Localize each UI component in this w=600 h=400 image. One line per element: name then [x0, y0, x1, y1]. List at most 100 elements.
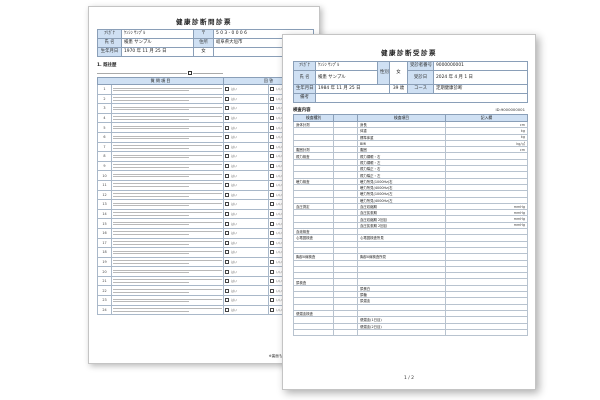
- answer-yes-option[interactable]: はい: [223, 151, 270, 162]
- answer-yes-option[interactable]: はい: [223, 84, 270, 95]
- answer-yes-option[interactable]: はい: [223, 218, 270, 229]
- checkbox[interactable]: [225, 87, 230, 92]
- notes-field[interactable]: [315, 93, 528, 103]
- answer-yes-option[interactable]: はい: [223, 285, 270, 297]
- checkbox[interactable]: [225, 221, 230, 226]
- answer-yes-option[interactable]: はい: [223, 189, 270, 201]
- checkbox[interactable]: [270, 202, 275, 207]
- checkbox[interactable]: [225, 144, 230, 149]
- checkbox[interactable]: [225, 154, 230, 159]
- checkbox[interactable]: [225, 250, 230, 255]
- checkbox[interactable]: [270, 96, 275, 101]
- checkbox[interactable]: [270, 173, 275, 178]
- result-entry-field[interactable]: [445, 328, 528, 337]
- answer-yes-option[interactable]: はい: [223, 141, 270, 153]
- checkbox[interactable]: [225, 116, 230, 121]
- question-text: [110, 295, 225, 306]
- answer-yes-option[interactable]: はい: [223, 131, 270, 143]
- checkbox[interactable]: [225, 192, 230, 197]
- checkbox[interactable]: [270, 269, 275, 274]
- checkbox[interactable]: [225, 96, 230, 101]
- answer-yes-option[interactable]: はい: [223, 122, 270, 133]
- furigana-field[interactable]: ｹﾝｼﾝ ｻﾝﾌﾟﾙ: [121, 29, 194, 39]
- answer-yes-option[interactable]: はい: [223, 266, 270, 277]
- checkbox[interactable]: [225, 259, 230, 264]
- answer-yes-option[interactable]: はい: [223, 247, 270, 258]
- answer-yes-option[interactable]: はい: [223, 227, 270, 239]
- checkbox[interactable]: [225, 269, 230, 274]
- answer-yes-option[interactable]: はい: [223, 256, 270, 268]
- checkbox[interactable]: [270, 307, 275, 312]
- question-text: [110, 275, 225, 287]
- checkbox[interactable]: [270, 250, 275, 255]
- checkbox[interactable]: [225, 183, 230, 188]
- answer-yes-option[interactable]: はい: [223, 295, 270, 306]
- checkbox[interactable]: [270, 183, 275, 188]
- answer-yes-option[interactable]: はい: [223, 208, 270, 220]
- answer-yes-option[interactable]: はい: [223, 103, 270, 114]
- checkbox[interactable]: [270, 259, 275, 264]
- checkbox[interactable]: [225, 125, 230, 130]
- answer-yes-option[interactable]: はい: [223, 275, 270, 287]
- answer-yes-option[interactable]: はい: [223, 237, 270, 249]
- checkbox[interactable]: [225, 298, 230, 303]
- age-field[interactable]: 39 歳: [389, 84, 408, 94]
- answer-yes-option[interactable]: はい: [223, 170, 270, 181]
- results-name-field[interactable]: 検患 サンプル: [315, 70, 378, 85]
- checkbox[interactable]: [270, 279, 275, 284]
- checkbox[interactable]: [225, 212, 230, 217]
- checkbox[interactable]: [270, 116, 275, 121]
- checkbox[interactable]: [225, 164, 230, 169]
- birth-field[interactable]: 1970 年 11 月 25 日: [121, 47, 194, 57]
- checkbox[interactable]: [225, 173, 230, 178]
- results-furigana-field[interactable]: ｹﾝｼﾝ ｻﾝﾌﾟﾙ: [315, 61, 378, 71]
- question-text: [110, 266, 225, 277]
- checkbox[interactable]: [270, 192, 275, 197]
- checkbox[interactable]: [270, 87, 275, 92]
- checkbox[interactable]: [225, 288, 230, 293]
- checkbox[interactable]: [270, 212, 275, 217]
- results-sex-field[interactable]: 女: [389, 61, 408, 85]
- name-field[interactable]: 検患 サンプル: [121, 38, 194, 48]
- checkbox[interactable]: [270, 164, 275, 169]
- checkbox[interactable]: [270, 125, 275, 130]
- checkbox[interactable]: [225, 231, 230, 236]
- answer-label: はい: [231, 202, 238, 207]
- checkbox[interactable]: [225, 240, 230, 245]
- question-number: 16: [97, 227, 112, 239]
- checkbox[interactable]: [270, 106, 275, 111]
- checkbox[interactable]: [270, 144, 275, 149]
- checkbox[interactable]: [225, 106, 230, 111]
- exam-no-field[interactable]: 9000000001: [433, 61, 528, 71]
- answer-yes-option[interactable]: はい: [223, 199, 270, 210]
- checkbox[interactable]: [225, 202, 230, 207]
- checkbox[interactable]: [270, 298, 275, 303]
- question-number: 24: [97, 304, 112, 316]
- checkbox[interactable]: [225, 135, 230, 140]
- answer-yes-option[interactable]: はい: [223, 93, 270, 105]
- page-number: 1 / 2: [403, 376, 415, 381]
- answer-yes-option[interactable]: はい: [223, 112, 270, 124]
- checkbox[interactable]: [270, 240, 275, 245]
- exam-date-field[interactable]: 2024 年 4 月 1 日: [433, 70, 528, 85]
- checkbox[interactable]: [270, 288, 275, 293]
- answer-yes-option[interactable]: はい: [223, 304, 270, 316]
- question-text: [110, 170, 225, 181]
- answer-yes-option[interactable]: はい: [223, 179, 270, 191]
- results-birth-field[interactable]: 1984 年 11 月 25 日: [315, 84, 390, 94]
- question-number: 18: [97, 247, 112, 258]
- checkbox[interactable]: [270, 231, 275, 236]
- results-table: 検査種別 検査項目 記入欄 身体計測 身長 cm 体重 kg 標準体重 kg BMI kg/㎡腹…: [293, 114, 528, 337]
- checkbox[interactable]: [270, 221, 275, 226]
- question-number: 21: [97, 275, 112, 287]
- checkbox[interactable]: [225, 307, 230, 312]
- sex-field[interactable]: 女: [193, 47, 214, 57]
- checkbox[interactable]: [270, 154, 275, 159]
- history-section-label: 1. 既往歴: [97, 63, 117, 68]
- checkbox[interactable]: [270, 135, 275, 140]
- question-text: [110, 141, 225, 153]
- checkbox[interactable]: [225, 279, 230, 284]
- answer-yes-option[interactable]: はい: [223, 160, 270, 172]
- course-field[interactable]: 定期健康診断: [433, 84, 528, 94]
- question-number: 3: [97, 103, 112, 114]
